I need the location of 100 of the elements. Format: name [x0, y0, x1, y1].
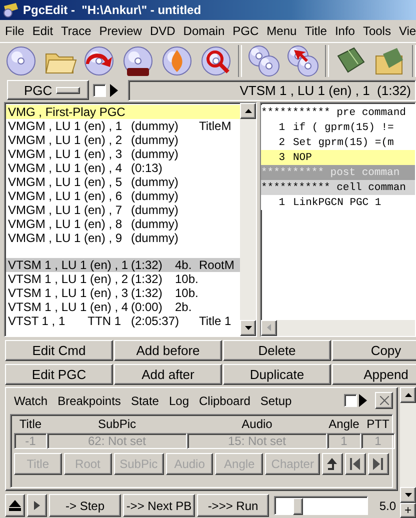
menu-item[interactable]: Info	[330, 24, 359, 38]
command-button[interactable]: Add before	[114, 340, 222, 361]
command-text: NOP	[293, 152, 312, 164]
value-field: -1	[14, 432, 47, 449]
magnifier-disc-icon[interactable]	[199, 44, 233, 78]
disc-icon[interactable]	[4, 44, 38, 78]
command-button[interactable]: Duplicate	[223, 364, 331, 385]
checkbox[interactable]	[344, 394, 357, 408]
speed-slider[interactable]	[274, 496, 368, 516]
flame-disc-icon[interactable]	[160, 44, 194, 78]
pgc-menu-type: TitleM	[199, 119, 232, 134]
step-button[interactable]: ->> Next PB	[123, 494, 195, 518]
scrollbar[interactable]	[400, 386, 416, 503]
pgc-menu-type: RootM	[199, 258, 236, 272]
debug-tab[interactable]: Breakpoints	[54, 394, 125, 408]
column-header: Title	[18, 416, 43, 431]
checkbox[interactable]	[93, 84, 106, 97]
menu-item[interactable]: Title	[300, 24, 331, 38]
skip-back-icon	[349, 458, 362, 470]
command-button[interactable]: Append	[332, 364, 416, 385]
two-discs-icon[interactable]	[247, 44, 281, 78]
pgc-selector[interactable]: PGC	[7, 80, 89, 100]
pgc-name: VTSM 1 , LU 1 (en) , 4	[8, 300, 130, 314]
skip-forward-icon	[372, 458, 384, 470]
play-icon[interactable]	[110, 84, 118, 97]
menu-item[interactable]: Tools	[358, 24, 395, 38]
value-field: 62: Not set	[47, 432, 187, 449]
menu-item[interactable]: Domain	[179, 24, 229, 38]
command-button[interactable]: Add after	[114, 364, 222, 385]
discs-arrow-icon[interactable]	[286, 44, 320, 78]
eject-button[interactable]	[5, 494, 25, 518]
close-button[interactable]	[375, 392, 393, 410]
pgc-blocks: 2b.	[175, 300, 199, 314]
value-field: 1	[327, 432, 361, 449]
step-button[interactable]: -> Step	[49, 494, 121, 518]
menu-item[interactable]: Vie	[394, 24, 416, 38]
scrollbar[interactable]	[240, 103, 256, 336]
up-arrow-icon[interactable]	[244, 109, 252, 114]
command-text: Set gprm(15) =(m	[293, 136, 394, 149]
command-button[interactable]: Edit PGC	[5, 364, 113, 385]
menu-item[interactable]: Preview	[95, 24, 146, 38]
plus-button[interactable]: +	[400, 502, 416, 518]
pgc-row[interactable]: VMG , First-Play PGC	[6, 105, 240, 120]
command-button[interactable]: Delete	[223, 340, 331, 361]
menu-item[interactable]: Menu	[262, 24, 301, 38]
play-button[interactable]	[27, 494, 47, 518]
pgc-name: VMGM , LU 1 (en) , 1	[8, 119, 124, 134]
menu-item[interactable]: File	[1, 24, 28, 38]
debug-tab[interactable]: Log	[164, 394, 193, 408]
command-button[interactable]: Edit Cmd	[5, 340, 113, 361]
column-header: Audio	[240, 416, 274, 431]
column-header: PTT	[366, 416, 390, 431]
pgc-duration: (1:32)	[131, 286, 164, 300]
debug-tab[interactable]: State	[126, 394, 163, 408]
app-icon	[3, 2, 19, 18]
menu-item[interactable]: DVD	[146, 24, 180, 38]
close-icon	[380, 396, 388, 406]
pgc-name: VMGM , LU 1 (en) , 5	[8, 175, 124, 190]
command-text: LinkPGCN PGC 1	[293, 196, 382, 209]
command-button[interactable]: Copy	[332, 340, 416, 361]
menu-item[interactable]: Trace	[57, 24, 96, 38]
debug-tab[interactable]: Clipboard	[195, 394, 254, 408]
value-field: 1	[361, 432, 395, 449]
debug-tab[interactable]: Watch	[10, 394, 52, 408]
up-arrow-icon[interactable]	[404, 392, 412, 397]
horizontal-scrollbar[interactable]	[261, 320, 415, 336]
slider-thumb[interactable]	[293, 498, 303, 516]
value-field: 15: Not set	[187, 432, 327, 449]
pgc-name: VMGM , LU 1 (en) , 7	[8, 203, 124, 218]
pgc-name: VMGM , LU 1 (en) , 6	[8, 189, 124, 204]
title-number: TTN 1	[88, 314, 121, 328]
pgc-row[interactable]: VTSM 1 , LU 1 (en) , 1 (1:32) 4b. RootM	[6, 258, 240, 272]
section-header[interactable]: *********** cell comman	[261, 180, 415, 196]
pgc-duration: (0:00)	[131, 300, 164, 314]
eject-icon	[9, 500, 21, 512]
down-arrow-icon[interactable]	[244, 326, 252, 330]
pgc-name: VTSM 1 , LU 1 (en) , 1	[8, 258, 130, 272]
column-header: SubPic	[96, 416, 138, 431]
down-arrow-icon[interactable]	[404, 492, 412, 497]
menu-item[interactable]: PGC	[228, 24, 263, 38]
disc-new-icon[interactable]	[121, 44, 155, 78]
speed-value: 5.0	[379, 498, 397, 513]
play-icon[interactable]	[359, 394, 367, 408]
step-button[interactable]: ->>> Run	[197, 494, 269, 518]
pgc-name: VMGM , LU 1 (en) , 4	[8, 161, 124, 176]
line-number: 2	[278, 136, 286, 149]
previous-button[interactable]	[344, 452, 366, 475]
command-text: if ( gprm(15) !=	[293, 122, 394, 134]
next-button[interactable]	[368, 452, 389, 475]
pgc-name: VTST 1 , 1	[8, 314, 66, 328]
menu-item[interactable]: Edit	[28, 24, 58, 38]
pgc-duration: (1:32)	[131, 272, 164, 286]
line-number: 1	[278, 122, 286, 134]
line-number: 1	[278, 196, 286, 209]
debug-tab[interactable]: Setup	[256, 394, 296, 408]
pgc-duration: (0:13)	[131, 161, 164, 176]
up-arrow-button[interactable]	[322, 452, 343, 475]
window-title: PgcEdit - "H:\Ankur\" - untitled	[23, 2, 202, 17]
pgc-duration: (1:32)	[131, 258, 164, 272]
pgc-menu-type: Title 1	[199, 314, 232, 328]
